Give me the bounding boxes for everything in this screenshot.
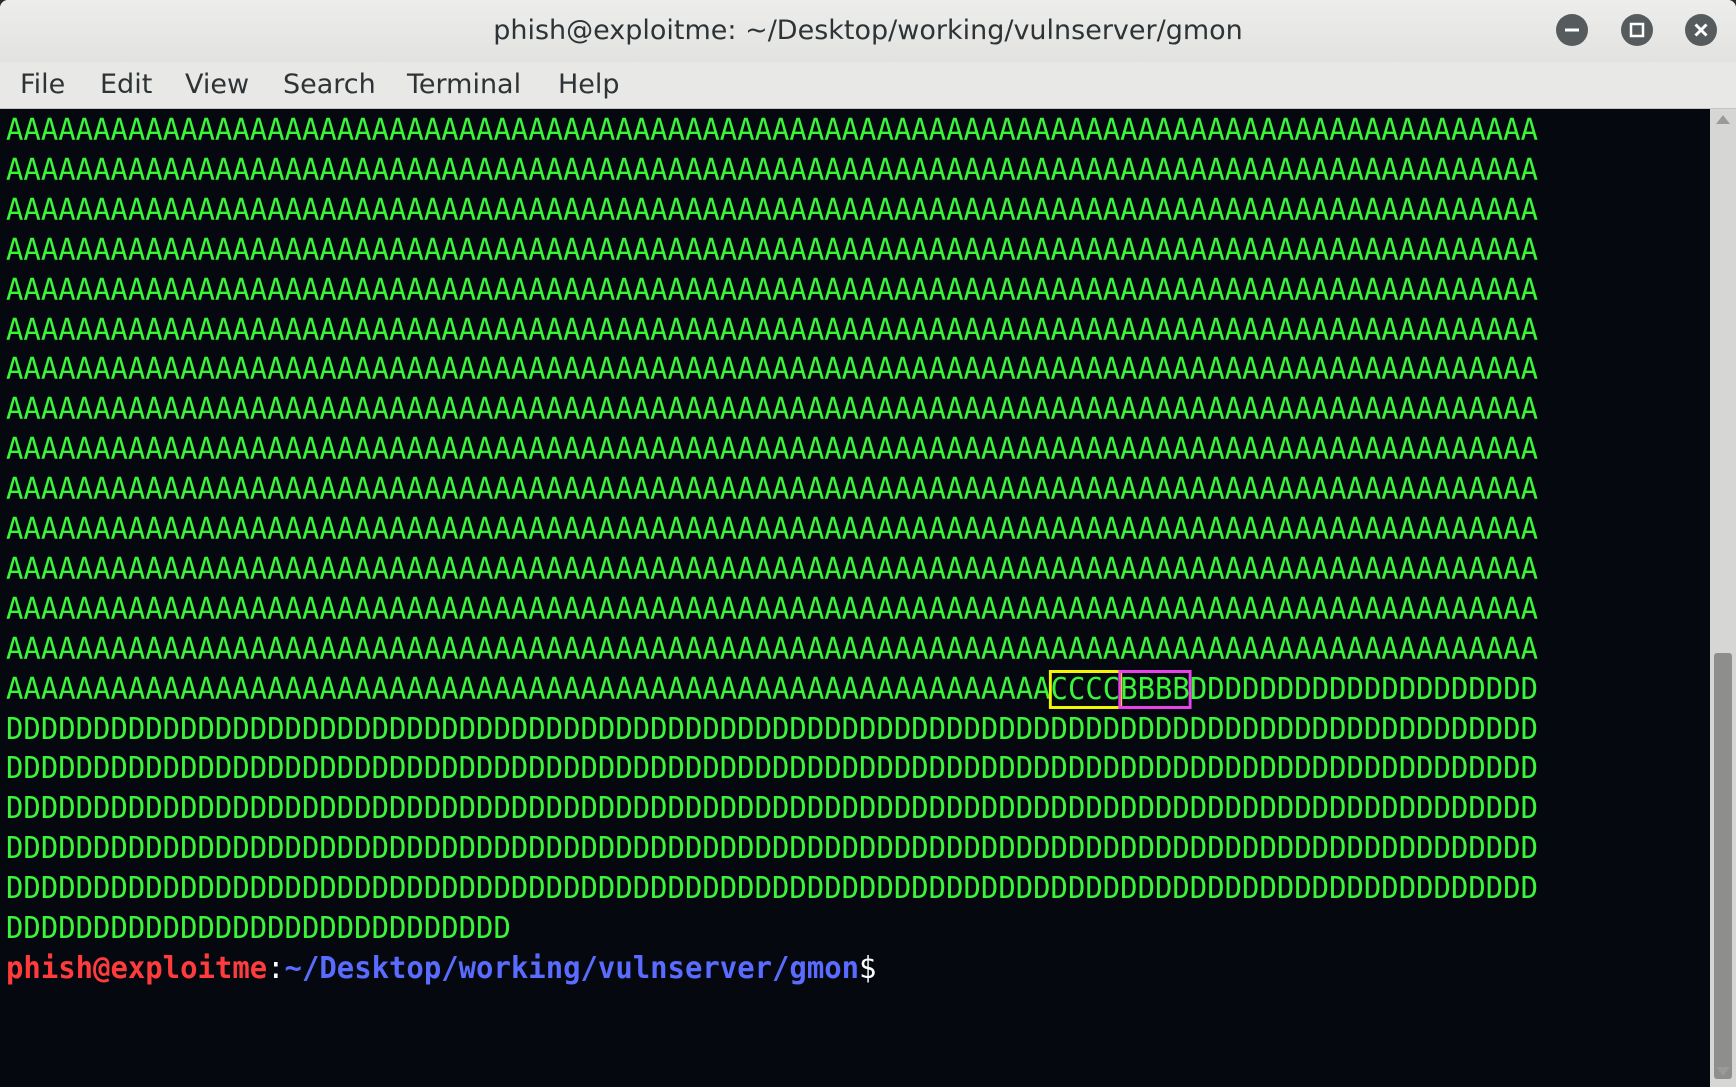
output-line: AAAAAAAAAAAAAAAAAAAAAAAAAAAAAAAAAAAAAAAA… [6, 272, 1538, 308]
d-padding: DDDDDDDDDDDDDDDDDDDD [1189, 671, 1539, 707]
menu-help[interactable]: Help [558, 62, 620, 108]
output-line: AAAAAAAAAAAAAAAAAAAAAAAAAAAAAAAAAAAAAAAA… [6, 392, 1538, 428]
shell-prompt[interactable]: phish@exploitme:~/Desktop/working/vulnse… [6, 947, 876, 991]
a-padding: AAAAAAAAAAAAAAAAAAAAAAAAAAAAAAAAAAAAAAAA… [6, 671, 1051, 707]
menu-terminal[interactable]: Terminal [407, 62, 521, 108]
b-bytes-highlight: BBBB [1118, 669, 1192, 709]
terminal-window: phish@exploitme: ~/Desktop/working/vulns… [0, 0, 1736, 1087]
overflow-line: AAAAAAAAAAAAAAAAAAAAAAAAAAAAAAAAAAAAAAAA… [6, 668, 1538, 712]
prompt-colon: : [267, 950, 285, 986]
output-line: DDDDDDDDDDDDDDDDDDDDDDDDDDDDDDDDDDDDDDDD… [6, 831, 1538, 867]
output-line: AAAAAAAAAAAAAAAAAAAAAAAAAAAAAAAAAAAAAAAA… [6, 152, 1538, 188]
close-button[interactable] [1685, 14, 1717, 46]
menu-edit[interactable]: Edit [100, 62, 152, 108]
terminal-output[interactable]: AAAAAAAAAAAAAAAAAAAAAAAAAAAAAAAAAAAAAAAA… [0, 109, 1710, 1087]
scroll-up-arrow-icon[interactable] [1716, 115, 1730, 124]
output-line: AAAAAAAAAAAAAAAAAAAAAAAAAAAAAAAAAAAAAAAA… [6, 113, 1538, 148]
output-line: AAAAAAAAAAAAAAAAAAAAAAAAAAAAAAAAAAAAAAAA… [6, 631, 1538, 667]
vertical-scrollbar[interactable] [1710, 109, 1736, 1087]
scroll-down-arrow-icon[interactable] [1716, 1067, 1730, 1076]
window-title: phish@exploitme: ~/Desktop/working/vulns… [493, 15, 1243, 46]
output-line: DDDDDDDDDDDDDDDDDDDDDDDDDDDDD [6, 911, 511, 946]
output-line: AAAAAAAAAAAAAAAAAAAAAAAAAAAAAAAAAAAAAAAA… [6, 232, 1538, 268]
menu-search[interactable]: Search [283, 62, 376, 108]
output-line: AAAAAAAAAAAAAAAAAAAAAAAAAAAAAAAAAAAAAAAA… [6, 352, 1538, 388]
output-line: AAAAAAAAAAAAAAAAAAAAAAAAAAAAAAAAAAAAAAAA… [6, 432, 1538, 468]
output-line: DDDDDDDDDDDDDDDDDDDDDDDDDDDDDDDDDDDDDDDD… [6, 871, 1538, 907]
output-line: AAAAAAAAAAAAAAAAAAAAAAAAAAAAAAAAAAAAAAAA… [6, 192, 1538, 228]
close-icon [1694, 23, 1708, 37]
prompt-user-host: phish@exploitme [6, 950, 268, 986]
prompt-symbol: $ [859, 950, 877, 986]
c-bytes-highlight: CCCC [1048, 669, 1123, 709]
output-line: AAAAAAAAAAAAAAAAAAAAAAAAAAAAAAAAAAAAAAAA… [6, 312, 1538, 348]
prompt-path: ~/Desktop/working/vulnserver/gmon [284, 950, 860, 986]
output-line: DDDDDDDDDDDDDDDDDDDDDDDDDDDDDDDDDDDDDDDD… [6, 791, 1538, 827]
minimize-icon [1565, 28, 1579, 32]
output-line: AAAAAAAAAAAAAAAAAAAAAAAAAAAAAAAAAAAAAAAA… [6, 512, 1538, 547]
menu-bar: File Edit View Search Terminal Help [0, 62, 1736, 109]
output-line: DDDDDDDDDDDDDDDDDDDDDDDDDDDDDDDDDDDDDDDD… [6, 711, 1538, 747]
minimize-button[interactable] [1556, 14, 1588, 46]
output-line: DDDDDDDDDDDDDDDDDDDDDDDDDDDDDDDDDDDDDDDD… [6, 751, 1538, 787]
output-line: AAAAAAAAAAAAAAAAAAAAAAAAAAAAAAAAAAAAAAAA… [6, 551, 1538, 587]
scrollbar-thumb[interactable] [1714, 653, 1732, 1079]
title-bar[interactable]: phish@exploitme: ~/Desktop/working/vulns… [0, 0, 1736, 62]
output-line: AAAAAAAAAAAAAAAAAAAAAAAAAAAAAAAAAAAAAAAA… [6, 472, 1538, 508]
maximize-icon [1629, 22, 1645, 38]
menu-file[interactable]: File [20, 62, 65, 108]
output-line: AAAAAAAAAAAAAAAAAAAAAAAAAAAAAAAAAAAAAAAA… [6, 591, 1538, 627]
menu-view[interactable]: View [185, 62, 249, 108]
maximize-button[interactable] [1621, 14, 1653, 46]
